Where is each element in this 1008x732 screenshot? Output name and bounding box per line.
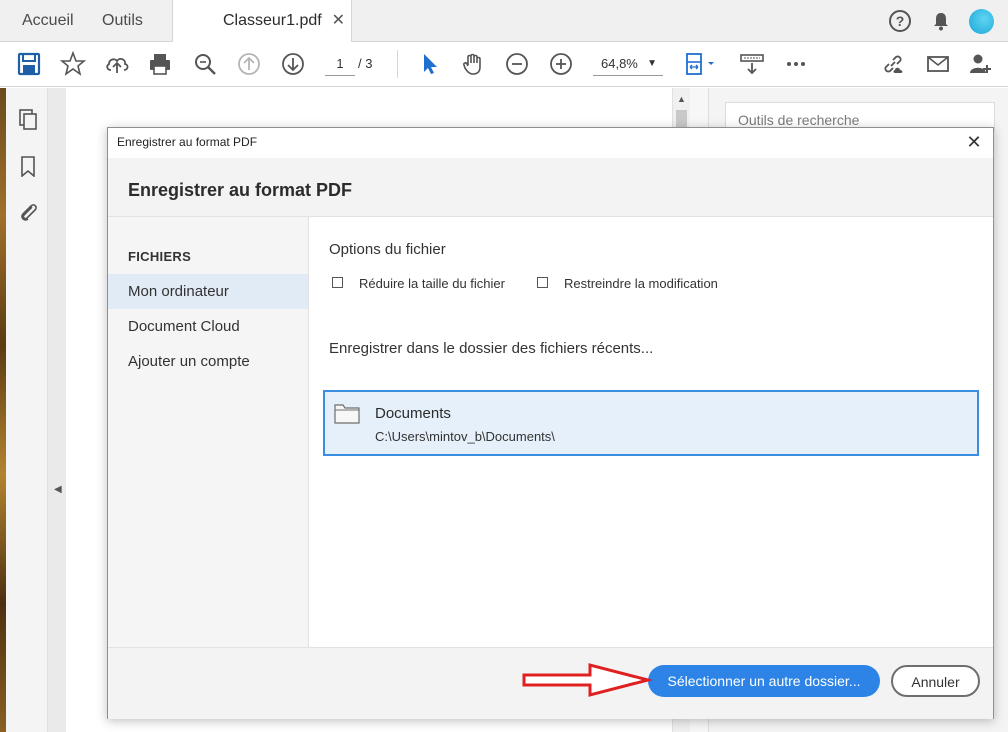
chevron-down-icon: ▼ bbox=[647, 58, 657, 69]
cancel-button[interactable]: Annuler bbox=[891, 665, 980, 697]
share-link-icon[interactable] bbox=[880, 51, 906, 77]
more-icon[interactable] bbox=[783, 51, 809, 77]
reduce-size-label: Réduire la taille du fichier bbox=[359, 276, 505, 291]
page-fit-icon[interactable] bbox=[684, 51, 720, 77]
dialog-window-title: Enregistrer au format PDF bbox=[117, 135, 258, 149]
dialog-sidebar: FICHIERS Mon ordinateur Document Cloud A… bbox=[108, 217, 309, 647]
folder-name: Documents bbox=[375, 405, 451, 422]
tab-document-label: Classeur1.pdf bbox=[223, 12, 322, 29]
tab-tools[interactable]: Outils bbox=[102, 0, 143, 42]
select-pointer-icon[interactable] bbox=[417, 51, 443, 77]
bookmark-icon[interactable] bbox=[17, 155, 39, 177]
pages-icon[interactable] bbox=[17, 108, 39, 130]
dialog-header: Enregistrer au format PDF bbox=[108, 158, 993, 217]
attachment-icon[interactable] bbox=[17, 201, 39, 223]
annotation-arrow-icon bbox=[522, 663, 652, 697]
collapse-arrow-icon[interactable]: ◀ bbox=[54, 484, 62, 495]
dialog-heading: Enregistrer au format PDF bbox=[128, 180, 353, 200]
avatar[interactable] bbox=[969, 9, 994, 34]
page-number-input[interactable]: 1 bbox=[325, 52, 355, 76]
scroll-mode-icon[interactable] bbox=[739, 51, 765, 77]
zoom-value: 64,8% bbox=[601, 56, 638, 71]
reduce-size-checkbox[interactable] bbox=[332, 277, 343, 288]
toolbar: 1 / 3 64,8% ▼ bbox=[0, 42, 1008, 87]
options-title: Options du fichier bbox=[329, 241, 446, 258]
tab-bar: Accueil Outils Classeur1.pdf ✕ ? bbox=[0, 0, 1008, 43]
collapse-strip bbox=[48, 88, 66, 732]
zoom-in-icon[interactable] bbox=[548, 51, 574, 77]
folder-icon bbox=[334, 404, 360, 424]
close-icon[interactable]: ✕ bbox=[963, 131, 985, 153]
help-icon[interactable]: ? bbox=[889, 10, 911, 32]
hand-icon[interactable] bbox=[460, 51, 486, 77]
dialog-titlebar: Enregistrer au format PDF ✕ bbox=[108, 128, 993, 158]
sidebar-item-add-account[interactable]: Ajouter un compte bbox=[108, 344, 308, 379]
zoom-search-icon[interactable] bbox=[192, 51, 218, 77]
zoom-out-icon[interactable] bbox=[504, 51, 530, 77]
save-as-pdf-dialog: Enregistrer au format PDF ✕ Enregistrer … bbox=[107, 127, 994, 719]
page-up-icon[interactable] bbox=[236, 51, 262, 77]
folder-path: C:\Users\mintov_b\Documents\ bbox=[375, 429, 555, 444]
restrict-edit-label: Restreindre la modification bbox=[564, 276, 718, 291]
scroll-up-icon[interactable]: ▲ bbox=[677, 94, 686, 104]
recent-folders-title: Enregistrer dans le dossier des fichiers… bbox=[329, 340, 654, 357]
bell-icon[interactable] bbox=[930, 10, 952, 32]
select-other-folder-button[interactable]: Sélectionner un autre dossier... bbox=[648, 665, 880, 697]
email-icon[interactable] bbox=[925, 51, 951, 77]
save-icon[interactable] bbox=[16, 51, 42, 77]
print-icon[interactable] bbox=[147, 51, 173, 77]
cloud-upload-icon[interactable] bbox=[104, 51, 130, 77]
tab-document[interactable]: Classeur1.pdf ✕ bbox=[172, 0, 352, 43]
restrict-edit-checkbox[interactable] bbox=[537, 277, 548, 288]
toolbar-divider bbox=[397, 50, 398, 78]
zoom-dropdown[interactable]: 64,8% ▼ bbox=[593, 52, 663, 76]
navigation-pane bbox=[6, 88, 48, 732]
tab-close-icon[interactable]: ✕ bbox=[332, 0, 345, 42]
page-total: / 3 bbox=[358, 56, 373, 71]
tab-home[interactable]: Accueil bbox=[22, 0, 74, 42]
dialog-main: Options du fichier Réduire la taille du … bbox=[310, 217, 994, 647]
add-user-icon[interactable] bbox=[968, 51, 994, 77]
sidebar-item-document-cloud[interactable]: Document Cloud bbox=[108, 309, 308, 344]
star-icon[interactable] bbox=[60, 51, 86, 77]
page-down-icon[interactable] bbox=[280, 51, 306, 77]
sidebar-heading: FICHIERS bbox=[128, 249, 192, 264]
recent-folder-item[interactable]: Documents C:\Users\mintov_b\Documents\ bbox=[323, 390, 979, 456]
sidebar-item-my-computer[interactable]: Mon ordinateur bbox=[108, 274, 308, 309]
